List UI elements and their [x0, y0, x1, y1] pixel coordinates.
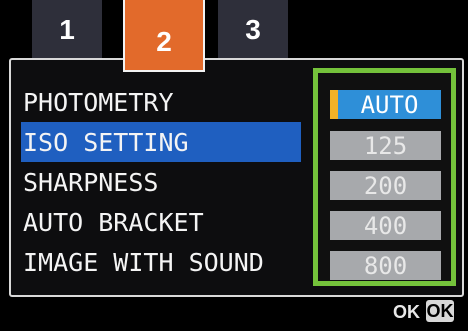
footer-bar: OK OK: [0, 297, 468, 331]
tab-2[interactable]: 2: [123, 0, 205, 72]
menu-item-label: ISO SETTING: [23, 127, 189, 157]
option-label: 400: [363, 211, 408, 240]
tab-2-label: 2: [156, 26, 172, 57]
option-label: 800: [363, 251, 408, 280]
option-400[interactable]: 400: [330, 211, 441, 240]
ok-button-icon[interactable]: OK: [426, 300, 454, 322]
camera-menu-screen: 1 2 3 PHOTOMETRY ISO SETTING SHARPNESS A…: [0, 0, 468, 331]
option-label: 200: [363, 171, 408, 200]
menu-item-photometry[interactable]: PHOTOMETRY: [21, 82, 321, 122]
settings-panel: PHOTOMETRY ISO SETTING SHARPNESS AUTO BR…: [9, 58, 464, 297]
menu-item-label: PHOTOMETRY: [23, 87, 174, 117]
tab-1[interactable]: 1: [32, 0, 102, 60]
menu-item-label: SHARPNESS: [23, 167, 159, 197]
iso-options-box: AUTO 125 200 400 800: [313, 68, 456, 286]
option-label: 125: [363, 131, 408, 160]
menu-item-sharpness[interactable]: SHARPNESS: [21, 162, 321, 202]
menu-item-label: IMAGE WITH SOUND: [23, 247, 264, 277]
menu-item-label: AUTO BRACKET: [23, 207, 204, 237]
tab-3-label: 3: [245, 14, 261, 45]
menu-list: PHOTOMETRY ISO SETTING SHARPNESS AUTO BR…: [21, 82, 321, 282]
option-200[interactable]: 200: [330, 171, 441, 200]
option-label: AUTO: [360, 90, 419, 119]
option-800[interactable]: 800: [330, 251, 441, 280]
tab-3[interactable]: 3: [218, 0, 288, 60]
menu-item-auto-bracket[interactable]: AUTO BRACKET: [21, 202, 321, 242]
option-auto[interactable]: AUTO: [330, 90, 441, 119]
tab-bar: 1 2 3: [0, 0, 468, 72]
tab-1-label: 1: [59, 14, 75, 45]
ok-hint-text: OK: [393, 302, 420, 322]
option-125[interactable]: 125: [330, 131, 441, 160]
menu-item-image-with-sound[interactable]: IMAGE WITH SOUND: [21, 242, 321, 282]
menu-item-iso-setting[interactable]: ISO SETTING: [21, 122, 301, 162]
